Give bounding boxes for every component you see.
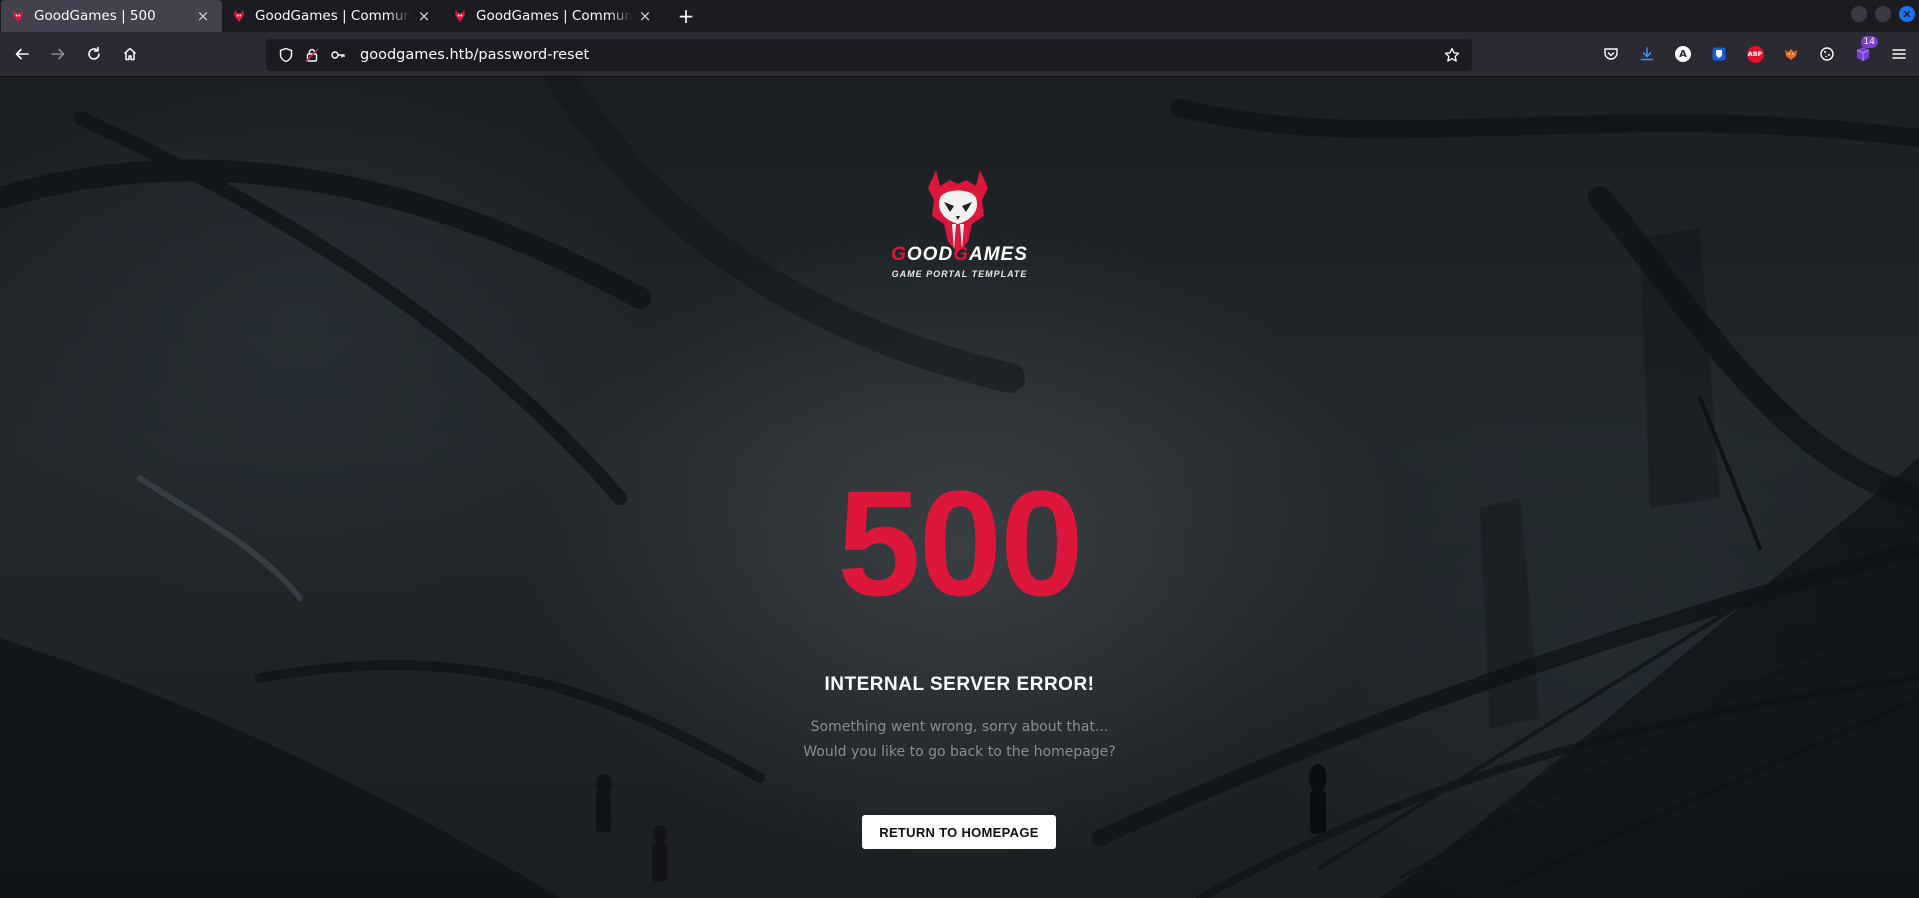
account-button[interactable]: A: [1667, 38, 1699, 70]
downloads-button[interactable]: [1631, 38, 1663, 70]
return-to-homepage-button[interactable]: RETURN TO HOMEPAGE: [862, 815, 1056, 849]
cookie-icon: [1820, 47, 1834, 61]
download-icon: [1640, 47, 1654, 61]
tab-close-button[interactable]: ×: [415, 7, 433, 25]
bitwarden-icon: [1712, 47, 1726, 61]
reload-button[interactable]: [78, 38, 110, 70]
bitwarden-button[interactable]: [1703, 38, 1735, 70]
tab-title: GoodGames | Community: [255, 8, 411, 24]
error-code: 500: [837, 459, 1083, 627]
error-message-line-1: Something went wrong, sorry about that..…: [810, 719, 1109, 735]
adblock-button[interactable]: ABP: [1739, 38, 1771, 70]
extension-button[interactable]: 14: [1847, 36, 1879, 70]
forward-arrow-icon: [51, 48, 65, 60]
foxyproxy-button[interactable]: [1775, 38, 1807, 70]
foxyproxy-icon: [1785, 49, 1797, 60]
home-button[interactable]: [114, 38, 146, 70]
url-bar[interactable]: goodgames.htb/password-reset: [266, 39, 1472, 71]
goodgames-favicon: [13, 10, 23, 22]
pocket-icon: [1604, 48, 1618, 60]
toolbar-extensions: A ABP 14: [1595, 36, 1915, 70]
account-icon: A: [1675, 46, 1691, 62]
tab-goodgames-community-2[interactable]: GoodGames | Community ×: [443, 0, 664, 32]
goodgames-favicon: [234, 10, 244, 22]
error-message-line-2: Would you like to go back to the homepag…: [803, 744, 1116, 760]
tab-strip: GoodGames | 500 × GoodGames | Community …: [0, 0, 1919, 32]
reload-icon: [88, 46, 100, 60]
tab-goodgames-500[interactable]: GoodGames | 500 ×: [1, 0, 222, 32]
lock-icon[interactable]: [300, 43, 324, 67]
maximize-button[interactable]: [1875, 6, 1891, 22]
app-menu-button[interactable]: [1883, 38, 1915, 70]
brand-tagline: GAME PORTAL TEMPLATE: [891, 269, 1028, 279]
goodgames-favicon: [455, 10, 465, 22]
tab-title: GoodGames | 500: [34, 8, 156, 24]
back-arrow-icon: [15, 48, 29, 60]
adblock-icon: ABP: [1746, 45, 1764, 63]
error-title: INTERNAL SERVER ERROR!: [824, 674, 1095, 695]
tab-close-button[interactable]: ×: [636, 7, 654, 25]
tab-goodgames-community-1[interactable]: GoodGames | Community ×: [222, 0, 443, 32]
page-content: GOODGAMES GAME PORTAL TEMPLATE 500 INTER…: [0, 78, 1919, 898]
tab-close-button[interactable]: ×: [194, 7, 212, 25]
minimize-button[interactable]: [1851, 6, 1867, 22]
shield-icon[interactable]: [274, 43, 298, 67]
new-tab-button[interactable]: +: [670, 0, 702, 32]
bookmark-star-button[interactable]: [1440, 43, 1464, 67]
key-icon[interactable]: [326, 43, 350, 67]
window-close-button[interactable]: ✕: [1899, 6, 1915, 22]
back-button[interactable]: [6, 38, 38, 70]
menu-icon: [1892, 49, 1906, 59]
home-icon: [123, 47, 137, 61]
cookie-button[interactable]: [1811, 38, 1843, 70]
window-controls: ✕: [1851, 6, 1915, 22]
star-icon: [1444, 47, 1460, 62]
brand-name: GOODGAMES: [891, 244, 1028, 265]
navigation-toolbar: goodgames.htb/password-reset A ABP 14: [0, 32, 1919, 77]
extension-badge: 14: [1860, 36, 1878, 48]
url-text[interactable]: goodgames.htb/password-reset: [360, 47, 589, 63]
forward-button[interactable]: [42, 38, 74, 70]
tab-title: GoodGames | Community: [476, 8, 632, 24]
pocket-button[interactable]: [1595, 38, 1627, 70]
